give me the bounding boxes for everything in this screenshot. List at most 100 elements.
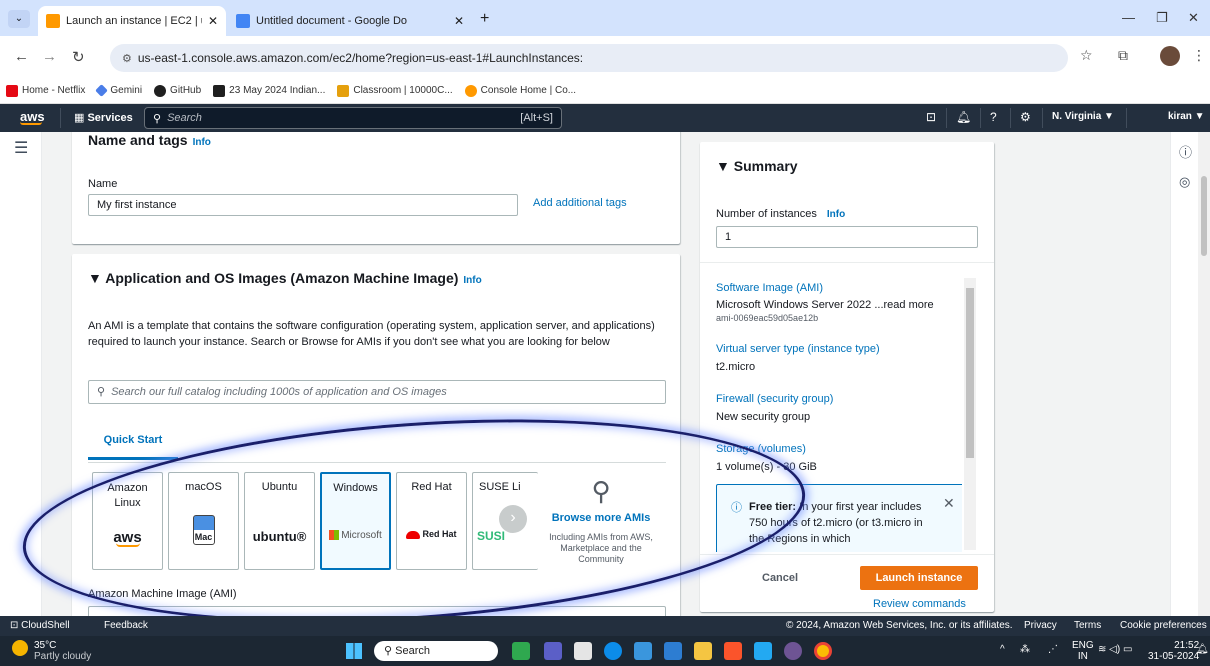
summary-scrollbar[interactable]	[964, 278, 976, 550]
taskbar-search-input[interactable]: ⚲ Search	[374, 641, 498, 661]
page-scrollbar[interactable]	[1198, 132, 1210, 616]
account-menu[interactable]: kiran ▼	[1168, 111, 1205, 122]
brave-icon[interactable]	[724, 642, 742, 660]
terms-link[interactable]: Terms	[1074, 620, 1101, 631]
privacy-link[interactable]: Privacy	[1024, 620, 1057, 631]
cookie-preferences-link[interactable]: Cookie preferences	[1120, 620, 1207, 631]
photos-icon[interactable]	[664, 642, 682, 660]
notification-bell-icon[interactable]: 🔔︎	[1196, 644, 1209, 655]
notifications-icon[interactable]: 🔔︎	[956, 110, 971, 124]
summary-heading[interactable]: ▼ Summary	[716, 158, 798, 174]
red-hat-logo-icon: Red Hat	[397, 529, 466, 539]
file-explorer-icon[interactable]	[694, 642, 712, 660]
main-content: ☰ Name and tags Info Name My first instan…	[0, 132, 1210, 616]
tab-quick-start[interactable]: Quick Start	[88, 432, 178, 460]
ami-tile-suse[interactable]: SUSE Li SUSI ›	[472, 472, 538, 570]
windows-start-icon[interactable]	[346, 643, 362, 659]
task-view-icon[interactable]	[574, 642, 592, 660]
search-icon: ⚲	[97, 386, 106, 398]
free-tier-alert: ⓘ Free tier: In your first year includes…	[716, 484, 962, 552]
gemini-icon	[95, 84, 109, 97]
name-input[interactable]: My first instance	[88, 194, 518, 216]
bookmark-netflix[interactable]: Home - Netflix	[6, 84, 85, 97]
bookmark-news[interactable]: 23 May 2024 Indian...	[213, 84, 325, 97]
reload-icon[interactable]: ↻	[72, 48, 85, 66]
url-bar[interactable]: ⚙ us-east-1.console.aws.amazon.com/ec2/h…	[110, 44, 1068, 72]
ami-select[interactable]	[88, 606, 666, 616]
vscode-icon[interactable]	[754, 642, 772, 660]
feedback-link[interactable]: Feedback	[104, 620, 148, 631]
ami-tile-macos[interactable]: macOS Mac	[168, 472, 239, 570]
language-indicator[interactable]: ENG IN	[1072, 640, 1094, 662]
ami-tile-red-hat[interactable]: Red Hat Red Hat	[396, 472, 467, 570]
tab-search-button[interactable]: ⌄	[8, 10, 30, 28]
services-menu[interactable]: ▦ Services	[74, 111, 133, 124]
info-link[interactable]: Info	[193, 137, 211, 148]
bookmark-classroom[interactable]: Classroom | 10000C...	[337, 84, 453, 97]
forward-icon[interactable]: →	[42, 48, 57, 65]
edge-icon[interactable]	[604, 642, 622, 660]
menu-icon[interactable]: ⋮	[1192, 47, 1206, 64]
info-panel-icon[interactable]: ⓘ	[1179, 142, 1192, 161]
launch-instance-button[interactable]: Launch instance	[860, 566, 978, 590]
widgets-icon[interactable]	[512, 642, 530, 660]
chrome-icon[interactable]	[814, 642, 832, 660]
tray-app-icon[interactable]: ⁂	[1020, 644, 1030, 655]
ami-tile-ubuntu[interactable]: Ubuntu ubuntu®	[244, 472, 315, 570]
bookmark-star-icon[interactable]: ☆	[1080, 47, 1093, 64]
weather-widget[interactable]: 35°C Partly cloudy	[12, 640, 91, 662]
info-link[interactable]: Info	[463, 275, 481, 286]
tab-launch-instance[interactable]: Launch an instance | EC2 | us-e ✕	[38, 6, 226, 36]
add-tags-link[interactable]: Add additional tags	[533, 197, 627, 209]
ami-search-input[interactable]: ⚲ Search our full catalog including 1000s…	[88, 380, 666, 404]
close-icon[interactable]: ✕	[208, 14, 218, 28]
close-icon[interactable]: ✕	[454, 14, 464, 28]
security-group-link[interactable]: Firewall (security group)	[716, 393, 962, 405]
extensions-icon[interactable]: ⧉	[1118, 47, 1128, 64]
left-rail: ☰	[0, 132, 42, 616]
clock[interactable]: 21:52 31-05-2024	[1148, 640, 1199, 662]
storage-link[interactable]: Storage (volumes)	[716, 443, 962, 455]
store-icon[interactable]	[634, 642, 652, 660]
teams-icon[interactable]	[544, 642, 562, 660]
aws-search-input[interactable]: ⚲ Search [Alt+S]	[144, 107, 562, 129]
github-desktop-icon[interactable]	[784, 642, 802, 660]
close-window-icon[interactable]: ✕	[1188, 10, 1199, 26]
tray-network-icon[interactable]: ⋰	[1048, 644, 1058, 655]
cloudshell-icon[interactable]: ⊡	[926, 110, 936, 124]
tab-google-doc[interactable]: Untitled document - Google Do ✕	[228, 6, 472, 36]
settings-gear-icon[interactable]: ⚙	[1020, 110, 1031, 124]
back-icon[interactable]: ←	[14, 48, 29, 65]
aws-logo[interactable]: aws	[20, 109, 45, 125]
minimize-icon[interactable]: —	[1122, 10, 1135, 25]
profile-avatar[interactable]	[1160, 46, 1180, 66]
cloudshell-button[interactable]: ⊡ CloudShell	[10, 620, 70, 631]
bookmarks-bar: Home - Netflix Gemini GitHub 23 May 2024…	[0, 78, 1210, 104]
review-commands-link[interactable]: Review commands	[873, 598, 966, 610]
site-info-icon[interactable]: ⚙	[122, 52, 132, 65]
tutorial-icon[interactable]: ◎	[1179, 174, 1190, 190]
netflix-icon	[6, 84, 18, 97]
ami-tile-windows[interactable]: Windows Microsoft	[320, 472, 391, 570]
bookmark-gemini[interactable]: Gemini	[95, 84, 142, 97]
bookmark-console-home[interactable]: Console Home | Co...	[464, 84, 576, 97]
instance-type-link[interactable]: Virtual server type (instance type)	[716, 343, 962, 355]
num-instances-label: Number of instances Info	[716, 208, 846, 220]
browse-more-amis[interactable]: ⚲ Browse more AMIs Including AMIs from A…	[540, 476, 662, 565]
info-link[interactable]: Info	[827, 209, 845, 220]
cancel-button[interactable]: Cancel	[762, 572, 798, 584]
hamburger-menu-icon[interactable]: ☰	[14, 138, 28, 158]
num-instances-input[interactable]: 1	[716, 226, 978, 248]
wifi-volume-battery-icon[interactable]: ≋ ◁) ▭	[1098, 644, 1132, 655]
software-image-link[interactable]: Software Image (AMI)	[716, 282, 962, 294]
restore-icon[interactable]: ❐	[1156, 10, 1168, 26]
region-selector[interactable]: N. Virginia ▼	[1052, 111, 1114, 122]
ami-tile-amazon-linux[interactable]: Amazon Linux aws	[92, 472, 163, 570]
bookmark-github[interactable]: GitHub	[154, 84, 201, 97]
chevron-right-icon[interactable]: ›	[499, 505, 527, 533]
tray-chevron-icon[interactable]: ^	[1000, 644, 1005, 655]
close-icon[interactable]: ✕	[943, 495, 955, 512]
weather-sun-icon	[12, 640, 28, 656]
new-tab-button[interactable]: +	[480, 10, 489, 28]
help-icon[interactable]: ?	[990, 110, 997, 124]
